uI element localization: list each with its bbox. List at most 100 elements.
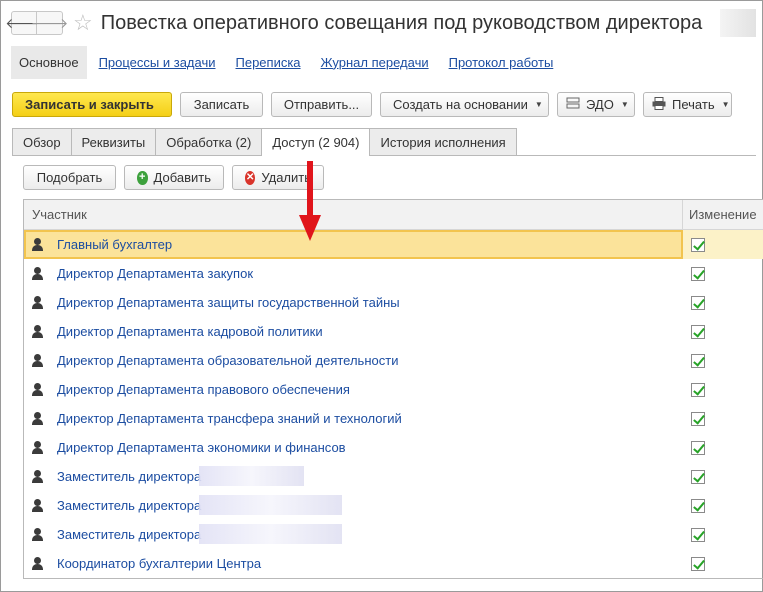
title-bar: 🡐 🡒 ☆ Повестка оперативного совещания по… bbox=[5, 9, 756, 37]
section-bar: Основное Процессы и задачи Переписка Жур… bbox=[11, 45, 553, 79]
participant-name[interactable]: Заместитель директора bbox=[57, 498, 201, 513]
document-window: 🡐 🡒 ☆ Повестка оперативного совещания по… bbox=[0, 0, 763, 592]
page-title: Повестка оперативного совещания под руко… bbox=[100, 11, 703, 34]
participant-cell[interactable]: Заместитель директора bbox=[24, 462, 683, 491]
user-icon bbox=[32, 296, 43, 309]
participant-name[interactable]: Главный бухгалтер bbox=[57, 237, 172, 252]
participant-name[interactable]: Директор Департамента экономики и финанс… bbox=[57, 440, 346, 455]
change-cell bbox=[683, 259, 763, 288]
table-row[interactable]: Директор Департамента экономики и финанс… bbox=[24, 433, 763, 462]
table-row[interactable]: Заместитель директора bbox=[24, 491, 763, 520]
participant-cell[interactable]: Заместитель директора bbox=[24, 520, 683, 549]
print-button[interactable]: Печать ▼ bbox=[643, 92, 732, 117]
participant-cell[interactable]: Директор Департамента правового обеспече… bbox=[24, 375, 683, 404]
change-checkbox[interactable] bbox=[691, 353, 705, 368]
participant-name[interactable]: Директор Департамента образовательной де… bbox=[57, 353, 398, 368]
change-cell bbox=[683, 520, 763, 549]
forward-button[interactable]: 🡒 bbox=[31, 11, 68, 35]
blurred-area bbox=[720, 9, 756, 37]
save-and-close-button[interactable]: Записать и закрыть bbox=[12, 92, 172, 117]
add-button[interactable]: + Добавить bbox=[124, 165, 224, 190]
change-cell bbox=[683, 549, 763, 578]
tab-bar: Обзор Реквизиты Обработка (2) Доступ (2 … bbox=[12, 128, 517, 156]
participant-cell[interactable]: Заместитель директора bbox=[24, 491, 683, 520]
change-checkbox[interactable] bbox=[691, 266, 705, 281]
edo-button[interactable]: ЭДО ▼ bbox=[557, 92, 635, 117]
table-row[interactable]: Главный бухгалтер bbox=[24, 230, 763, 259]
add-label: Добавить bbox=[153, 170, 211, 185]
table-commands: Подобрать + Добавить ✕ Удалить bbox=[23, 165, 324, 190]
favorite-star-icon[interactable]: ☆ bbox=[73, 12, 93, 34]
participant-name[interactable]: Директор Департамента кадровой политики bbox=[57, 324, 323, 339]
section-link-correspondence[interactable]: Переписка bbox=[236, 55, 301, 70]
participant-cell[interactable]: Директор Департамента трансфера знаний и… bbox=[24, 404, 683, 433]
table-row[interactable]: Директор Департамента закупок bbox=[24, 259, 763, 288]
change-checkbox[interactable] bbox=[691, 295, 705, 310]
tab-overview[interactable]: Обзор bbox=[12, 128, 72, 155]
section-link-work-protocol[interactable]: Протокол работы bbox=[449, 55, 554, 70]
participant-cell[interactable]: Директор Департамента кадровой политики bbox=[24, 317, 683, 346]
user-icon bbox=[32, 470, 43, 483]
participant-cell[interactable]: Координатор бухгалтерии Центра bbox=[24, 549, 683, 578]
user-icon bbox=[32, 354, 43, 367]
change-cell bbox=[683, 433, 763, 462]
chevron-down-icon: ▼ bbox=[721, 100, 730, 109]
participant-name[interactable]: Заместитель директора bbox=[57, 469, 201, 484]
section-link-processes[interactable]: Процессы и задачи bbox=[99, 55, 216, 70]
change-checkbox[interactable] bbox=[691, 237, 705, 252]
participant-cell[interactable]: Главный бухгалтер bbox=[24, 230, 683, 259]
change-checkbox[interactable] bbox=[691, 440, 705, 455]
tab-execution-history[interactable]: История исполнения bbox=[369, 128, 517, 155]
participant-cell[interactable]: Директор Департамента защиты государстве… bbox=[24, 288, 683, 317]
column-header-change[interactable]: Изменение bbox=[683, 200, 763, 229]
user-icon bbox=[32, 325, 43, 338]
create-based-on-label: Создать на основании bbox=[393, 97, 528, 112]
table-row[interactable]: Заместитель директора bbox=[24, 462, 763, 491]
column-header-participant[interactable]: Участник bbox=[24, 200, 683, 229]
print-label: Печать bbox=[672, 97, 715, 112]
change-cell bbox=[683, 404, 763, 433]
tab-processing[interactable]: Обработка (2) bbox=[155, 128, 263, 155]
participant-name[interactable]: Заместитель директора bbox=[57, 527, 201, 542]
table-row[interactable]: Директор Департамента трансфера знаний и… bbox=[24, 404, 763, 433]
table-header: Участник Изменение bbox=[24, 200, 763, 230]
redacted-area bbox=[199, 495, 342, 515]
table-row[interactable]: Заместитель директора bbox=[24, 520, 763, 549]
participants-table: Участник Изменение Главный бухгалтер Дире… bbox=[23, 199, 763, 579]
change-checkbox[interactable] bbox=[691, 556, 705, 571]
table-row[interactable]: Координатор бухгалтерии Центра bbox=[24, 549, 763, 578]
tab-details[interactable]: Реквизиты bbox=[70, 128, 157, 155]
table-row[interactable]: Директор Департамента защиты государстве… bbox=[24, 288, 763, 317]
participant-cell[interactable]: Директор Департамента закупок bbox=[24, 259, 683, 288]
save-button[interactable]: Записать bbox=[180, 92, 263, 117]
send-button[interactable]: Отправить... bbox=[271, 92, 372, 117]
table-row[interactable]: Директор Департамента правового обеспече… bbox=[24, 375, 763, 404]
plus-icon: + bbox=[137, 170, 148, 185]
participant-cell[interactable]: Директор Департамента образовательной де… bbox=[24, 346, 683, 375]
table-row[interactable]: Директор Департамента кадровой политики bbox=[24, 317, 763, 346]
create-based-on-button[interactable]: Создать на основании ▼ bbox=[380, 92, 549, 117]
participant-cell[interactable]: Директор Департамента экономики и финанс… bbox=[24, 433, 683, 462]
pick-button[interactable]: Подобрать bbox=[23, 165, 116, 190]
participant-name[interactable]: Директор Департамента защиты государстве… bbox=[57, 295, 400, 310]
section-main[interactable]: Основное bbox=[11, 45, 87, 79]
change-checkbox[interactable] bbox=[691, 324, 705, 339]
arrow-right-icon: 🡒 bbox=[30, 14, 69, 31]
participant-name[interactable]: Директор Департамента трансфера знаний и… bbox=[57, 411, 402, 426]
close-icon: ✕ bbox=[245, 170, 256, 185]
user-icon bbox=[32, 499, 43, 512]
user-icon bbox=[32, 267, 43, 280]
user-icon bbox=[32, 557, 43, 570]
table-row[interactable]: Директор Департамента образовательной де… bbox=[24, 346, 763, 375]
participant-name[interactable]: Директор Департамента правового обеспече… bbox=[57, 382, 350, 397]
change-checkbox[interactable] bbox=[691, 498, 705, 513]
section-link-transfer-log[interactable]: Журнал передачи bbox=[321, 55, 429, 70]
edo-icon bbox=[566, 97, 580, 113]
participant-name[interactable]: Директор Департамента закупок bbox=[57, 266, 253, 281]
change-checkbox[interactable] bbox=[691, 527, 705, 542]
participant-name[interactable]: Координатор бухгалтерии Центра bbox=[57, 556, 261, 571]
change-checkbox[interactable] bbox=[691, 469, 705, 484]
tab-access[interactable]: Доступ (2 904) bbox=[261, 128, 371, 156]
change-checkbox[interactable] bbox=[691, 382, 705, 397]
change-checkbox[interactable] bbox=[691, 411, 705, 426]
